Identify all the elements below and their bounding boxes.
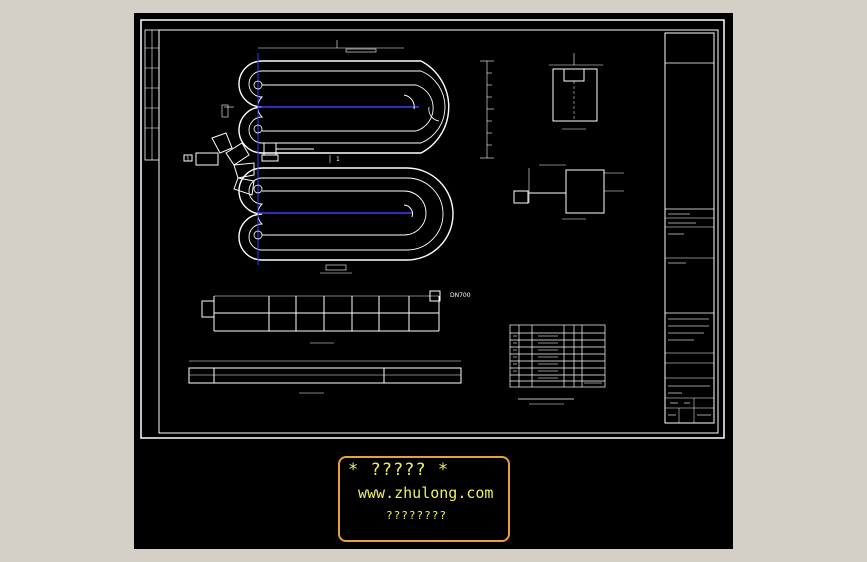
- watermark-title: * ????? *: [348, 460, 450, 480]
- section-mark-left: 1: [186, 156, 190, 163]
- distribution-well: [183, 132, 314, 196]
- equipment-table-glyphs: [513, 335, 602, 384]
- watermark-box: * ????? * www.zhulong.com ????????: [338, 456, 510, 542]
- elevation-ruler: [480, 60, 494, 159]
- longitudinal-section: [201, 290, 441, 332]
- detail-section-tank: [513, 164, 624, 214]
- dimension-label-dn: DN700: [450, 292, 471, 299]
- detail-pump-pit: [549, 53, 603, 122]
- plan-view-title: [320, 264, 352, 274]
- cad-drawing-viewport[interactable]: 1 1 DN700 * ????? * www.zhulong.com ????…: [134, 13, 733, 549]
- outer-border: [140, 19, 725, 439]
- title-block: [664, 32, 715, 424]
- profile-strip: [188, 360, 462, 384]
- dimension-top: [258, 40, 404, 53]
- watermark-url[interactable]: www.zhulong.com: [358, 484, 493, 502]
- title-block-glyphs: [668, 62, 711, 416]
- oxidation-ditch-lower: [238, 167, 454, 261]
- watermark-subtitle: ????????: [386, 509, 447, 522]
- section-mark-right: 1: [336, 156, 340, 163]
